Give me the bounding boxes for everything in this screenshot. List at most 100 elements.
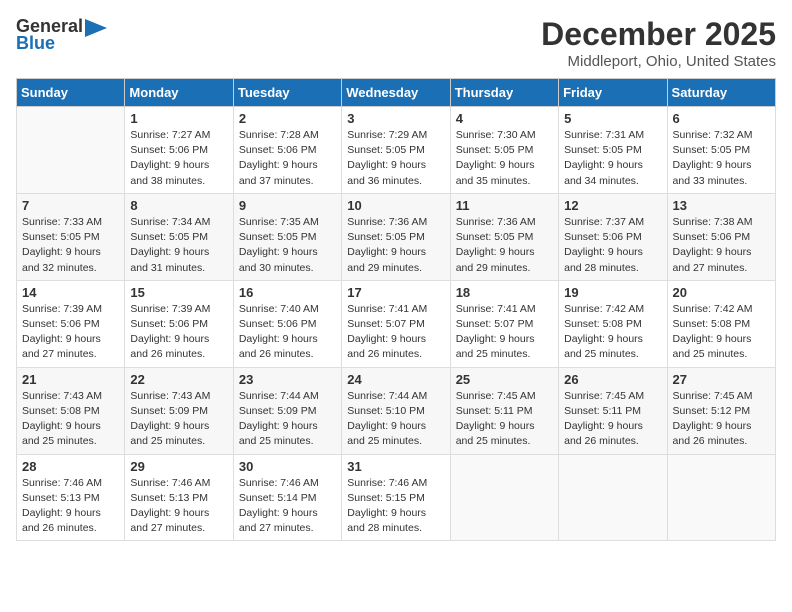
week-row-3: 14Sunrise: 7:39 AM Sunset: 5:06 PM Dayli…: [17, 280, 776, 367]
logo: General Blue: [16, 16, 107, 54]
day-info: Sunrise: 7:39 AM Sunset: 5:06 PM Dayligh…: [22, 302, 119, 363]
day-number: 4: [456, 111, 553, 126]
day-cell: [667, 454, 775, 541]
day-cell: 5Sunrise: 7:31 AM Sunset: 5:05 PM Daylig…: [559, 107, 667, 194]
day-cell: 14Sunrise: 7:39 AM Sunset: 5:06 PM Dayli…: [17, 280, 125, 367]
day-number: 28: [22, 459, 119, 474]
day-cell: 10 Sunrise: 7:36 AM Sunset: 5:05 PM Dayli…: [342, 193, 450, 280]
day-cell: 19 Sunrise: 7:42 AM Sunset: 5:08 PM Dayli…: [559, 280, 667, 367]
day-info: Sunrise: 7:36 AM Sunset: 5:05 PM Dayligh…: [456, 215, 553, 276]
page-header: General Blue December 2025 Middleport, O…: [16, 16, 776, 70]
day-number: 24: [347, 372, 444, 387]
day-info: Sunrise: 7:36 AM Sunset: 5:05 PM Dayligh…: [347, 215, 444, 276]
day-number: 29: [130, 459, 227, 474]
week-row-2: 7 Sunrise: 7:33 AM Sunset: 5:05 PM Daylig…: [17, 193, 776, 280]
day-number: 7: [22, 198, 119, 213]
day-info: Sunrise: 7:42 AM Sunset: 5:08 PM Dayligh…: [564, 302, 661, 363]
calendar-body: 1 Sunrise: 7:27 AM Sunset: 5:06 PM Daylig…: [17, 107, 776, 541]
day-cell: 3 Sunrise: 7:29 AM Sunset: 5:05 PM Daylig…: [342, 107, 450, 194]
day-info: Sunrise: 7:46 AM Sunset: 5:13 PM Dayligh…: [130, 476, 227, 537]
day-info: Sunrise: 7:44 AM Sunset: 5:09 PM Dayligh…: [239, 389, 336, 450]
title-block: December 2025 Middleport, Ohio, United S…: [541, 16, 776, 70]
day-cell: 18 Sunrise: 7:41 AM Sunset: 5:07 PM Dayli…: [450, 280, 558, 367]
day-cell: 25 Sunrise: 7:45 AM Sunset: 5:11 PM Dayli…: [450, 367, 558, 454]
header-row: SundayMondayTuesdayWednesdayThursdayFrid…: [17, 79, 776, 107]
day-info: Sunrise: 7:34 AM Sunset: 5:05 PM Dayligh…: [130, 215, 227, 276]
day-number: 18: [456, 285, 553, 300]
day-info: Sunrise: 7:45 AM Sunset: 5:11 PM Dayligh…: [564, 389, 661, 450]
day-info: Sunrise: 7:37 AM Sunset: 5:06 PM Dayligh…: [564, 215, 661, 276]
day-info: Sunrise: 7:43 AM Sunset: 5:09 PM Dayligh…: [130, 389, 227, 450]
day-cell: 11 Sunrise: 7:36 AM Sunset: 5:05 PM Dayli…: [450, 193, 558, 280]
day-number: 26: [564, 372, 661, 387]
month-title: December 2025: [541, 16, 776, 53]
day-cell: [450, 454, 558, 541]
day-cell: 16 Sunrise: 7:40 AM Sunset: 5:06 PM Dayli…: [233, 280, 341, 367]
day-info: Sunrise: 7:41 AM Sunset: 5:07 PM Dayligh…: [347, 302, 444, 363]
location-title: Middleport, Ohio, United States: [541, 53, 776, 70]
day-cell: 9Sunrise: 7:35 AM Sunset: 5:05 PM Daylig…: [233, 193, 341, 280]
day-number: 8: [130, 198, 227, 213]
logo-blue: Blue: [16, 33, 55, 54]
header-cell-monday: Monday: [125, 79, 233, 107]
day-cell: 13Sunrise: 7:38 AM Sunset: 5:06 PM Dayli…: [667, 193, 775, 280]
day-number: 20: [673, 285, 770, 300]
day-info: Sunrise: 7:33 AM Sunset: 5:05 PM Dayligh…: [22, 215, 119, 276]
day-cell: 8 Sunrise: 7:34 AM Sunset: 5:05 PM Daylig…: [125, 193, 233, 280]
day-number: 6: [673, 111, 770, 126]
day-number: 10: [347, 198, 444, 213]
day-cell: 6 Sunrise: 7:32 AM Sunset: 5:05 PM Daylig…: [667, 107, 775, 194]
day-number: 1: [130, 111, 227, 126]
header-cell-saturday: Saturday: [667, 79, 775, 107]
day-info: Sunrise: 7:44 AM Sunset: 5:10 PM Dayligh…: [347, 389, 444, 450]
day-info: Sunrise: 7:35 AM Sunset: 5:05 PM Dayligh…: [239, 215, 336, 276]
day-number: 3: [347, 111, 444, 126]
day-number: 15: [130, 285, 227, 300]
day-info: Sunrise: 7:42 AM Sunset: 5:08 PM Dayligh…: [673, 302, 770, 363]
header-cell-friday: Friday: [559, 79, 667, 107]
day-number: 22: [130, 372, 227, 387]
week-row-1: 1 Sunrise: 7:27 AM Sunset: 5:06 PM Daylig…: [17, 107, 776, 194]
day-number: 23: [239, 372, 336, 387]
day-cell: [17, 107, 125, 194]
day-info: Sunrise: 7:46 AM Sunset: 5:14 PM Dayligh…: [239, 476, 336, 537]
header-cell-wednesday: Wednesday: [342, 79, 450, 107]
calendar-header: SundayMondayTuesdayWednesdayThursdayFrid…: [17, 79, 776, 107]
day-info: Sunrise: 7:45 AM Sunset: 5:12 PM Dayligh…: [673, 389, 770, 450]
day-cell: 17 Sunrise: 7:41 AM Sunset: 5:07 PM Dayli…: [342, 280, 450, 367]
day-number: 27: [673, 372, 770, 387]
day-info: Sunrise: 7:27 AM Sunset: 5:06 PM Dayligh…: [130, 128, 227, 189]
day-cell: 29 Sunrise: 7:46 AM Sunset: 5:13 PM Dayli…: [125, 454, 233, 541]
day-info: Sunrise: 7:29 AM Sunset: 5:05 PM Dayligh…: [347, 128, 444, 189]
day-info: Sunrise: 7:28 AM Sunset: 5:06 PM Dayligh…: [239, 128, 336, 189]
day-cell: 30 Sunrise: 7:46 AM Sunset: 5:14 PM Dayli…: [233, 454, 341, 541]
day-cell: 4Sunrise: 7:30 AM Sunset: 5:05 PM Daylig…: [450, 107, 558, 194]
day-number: 25: [456, 372, 553, 387]
header-cell-thursday: Thursday: [450, 79, 558, 107]
day-cell: 24 Sunrise: 7:44 AM Sunset: 5:10 PM Dayli…: [342, 367, 450, 454]
day-info: Sunrise: 7:32 AM Sunset: 5:05 PM Dayligh…: [673, 128, 770, 189]
day-info: Sunrise: 7:39 AM Sunset: 5:06 PM Dayligh…: [130, 302, 227, 363]
calendar-table: SundayMondayTuesdayWednesdayThursdayFrid…: [16, 78, 776, 541]
day-number: 16: [239, 285, 336, 300]
day-cell: 27 Sunrise: 7:45 AM Sunset: 5:12 PM Dayli…: [667, 367, 775, 454]
day-info: Sunrise: 7:43 AM Sunset: 5:08 PM Dayligh…: [22, 389, 119, 450]
day-number: 31: [347, 459, 444, 474]
day-info: Sunrise: 7:46 AM Sunset: 5:15 PM Dayligh…: [347, 476, 444, 537]
day-cell: 23 Sunrise: 7:44 AM Sunset: 5:09 PM Dayli…: [233, 367, 341, 454]
header-cell-tuesday: Tuesday: [233, 79, 341, 107]
day-number: 30: [239, 459, 336, 474]
day-cell: 21Sunrise: 7:43 AM Sunset: 5:08 PM Dayli…: [17, 367, 125, 454]
day-number: 17: [347, 285, 444, 300]
week-row-5: 28 Sunrise: 7:46 AM Sunset: 5:13 PM Dayli…: [17, 454, 776, 541]
day-number: 19: [564, 285, 661, 300]
day-info: Sunrise: 7:40 AM Sunset: 5:06 PM Dayligh…: [239, 302, 336, 363]
day-number: 2: [239, 111, 336, 126]
day-cell: 1 Sunrise: 7:27 AM Sunset: 5:06 PM Daylig…: [125, 107, 233, 194]
day-cell: 31 Sunrise: 7:46 AM Sunset: 5:15 PM Dayli…: [342, 454, 450, 541]
day-info: Sunrise: 7:41 AM Sunset: 5:07 PM Dayligh…: [456, 302, 553, 363]
day-info: Sunrise: 7:45 AM Sunset: 5:11 PM Dayligh…: [456, 389, 553, 450]
day-cell: 22 Sunrise: 7:43 AM Sunset: 5:09 PM Dayli…: [125, 367, 233, 454]
day-number: 11: [456, 198, 553, 213]
day-cell: 2 Sunrise: 7:28 AM Sunset: 5:06 PM Daylig…: [233, 107, 341, 194]
